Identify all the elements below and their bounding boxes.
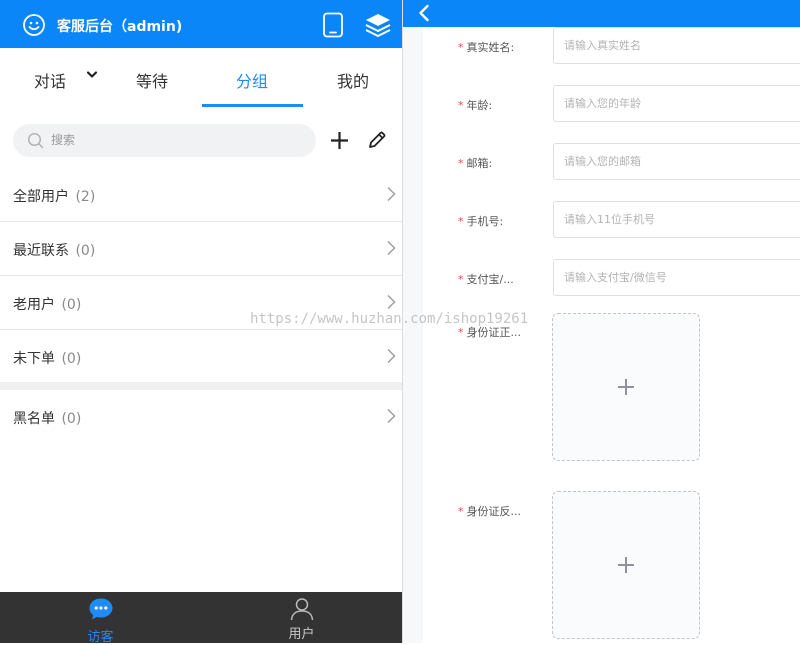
real-name-field xyxy=(553,27,800,64)
chat-bubble-icon xyxy=(89,598,113,620)
group-count: (2) xyxy=(75,189,96,205)
label-age: 年龄: xyxy=(466,99,493,112)
nav-label: 访客 xyxy=(87,630,114,645)
tab-mine[interactable]: 我的 xyxy=(337,68,369,92)
tab-waiting[interactable]: 等待 xyxy=(136,68,168,92)
chevron-right-icon xyxy=(387,295,396,309)
chevron-right-icon xyxy=(387,241,396,255)
nav-users[interactable]: 用户 xyxy=(201,592,402,643)
id-front-upload[interactable] xyxy=(552,313,700,461)
phone-field xyxy=(553,201,800,238)
required-mark: * xyxy=(458,215,464,228)
plus-icon xyxy=(618,379,634,395)
label-email: 邮箱: xyxy=(466,157,493,170)
group-name: 未下单 xyxy=(13,351,55,367)
nav-label: 用户 xyxy=(288,627,315,642)
search-input[interactable] xyxy=(51,130,301,150)
chevron-right-icon xyxy=(387,187,396,201)
layers-icon[interactable] xyxy=(364,12,392,38)
email-field xyxy=(553,143,800,180)
bottom-nav: 访客 用户 xyxy=(0,592,402,645)
group-name: 最近联系 xyxy=(13,243,69,259)
list-item[interactable]: 未下单 (0) xyxy=(0,330,402,384)
chevron-right-icon xyxy=(387,409,396,423)
field-label: * 支付宝/... xyxy=(458,271,514,287)
field-label: * 邮箱: xyxy=(458,155,492,171)
field-label: * 真实姓名: xyxy=(458,39,514,55)
field-label: * 手机号: xyxy=(458,213,503,229)
back-arrow-icon[interactable] xyxy=(417,4,431,22)
active-tab-indicator xyxy=(202,104,303,107)
form-card: *真实姓名: *年龄: *邮箱: *手机号: *支付宝/... *身份证正... xyxy=(423,27,800,643)
chevron-down-icon[interactable] xyxy=(86,70,98,80)
plus-icon xyxy=(618,557,634,573)
user-info-form-panel: *真实姓名: *年龄: *邮箱: *手机号: *支付宝/... *身份证正... xyxy=(403,0,800,643)
id-back-upload[interactable] xyxy=(552,491,700,639)
tab-chat[interactable]: 对话 xyxy=(34,68,66,92)
tab-groups[interactable]: 分组 xyxy=(236,68,268,92)
list-item[interactable]: 全部用户 (2) xyxy=(0,168,402,222)
group-count: (0) xyxy=(75,243,96,259)
form-header-bar xyxy=(403,0,800,27)
group-name: 老用户 xyxy=(13,297,55,313)
group-name: 全部用户 xyxy=(13,189,69,205)
group-name: 黑名单 xyxy=(13,411,55,427)
edit-pencil-icon[interactable] xyxy=(367,130,387,150)
email-input[interactable] xyxy=(554,144,800,179)
list-item[interactable]: 最近联系 (0) xyxy=(0,222,402,276)
search-icon xyxy=(27,132,44,149)
group-count: (0) xyxy=(61,411,82,427)
required-mark: * xyxy=(458,273,464,286)
add-group-icon[interactable] xyxy=(329,130,350,151)
field-label: * 年龄: xyxy=(458,97,492,113)
real-name-input[interactable] xyxy=(554,28,800,63)
label-id-front: 身份证正... xyxy=(466,326,522,339)
customer-service-panel: 客服后台（admin) 对话 等待 分组 我的 搜索 全部用户 (2) 最近联系… xyxy=(0,0,402,645)
label-id-back: 身份证反... xyxy=(466,505,522,518)
user-icon xyxy=(290,598,314,621)
list-item[interactable]: 黑名单 (0) xyxy=(0,390,402,444)
group-count: (0) xyxy=(61,297,82,313)
list-item[interactable]: 老用户 (0) xyxy=(0,276,402,330)
search-bar xyxy=(13,124,316,157)
field-label: * 身份证反... xyxy=(458,503,521,519)
payment-account-input[interactable] xyxy=(554,260,800,295)
app-title: 客服后台（admin) xyxy=(57,19,183,35)
label-payment-account: 支付宝/... xyxy=(466,273,514,286)
label-real-name: 真实姓名: xyxy=(466,41,515,54)
field-label: * 身份证正... xyxy=(458,324,521,340)
nav-visitors[interactable]: 访客 xyxy=(0,592,201,645)
phone-input[interactable] xyxy=(554,202,800,237)
required-mark: * xyxy=(458,505,464,518)
required-mark: * xyxy=(458,41,464,54)
required-mark: * xyxy=(458,326,464,339)
tab-bar: 对话 等待 分组 我的 xyxy=(0,48,402,110)
age-field xyxy=(553,85,800,122)
section-divider xyxy=(0,382,402,390)
tablet-icon[interactable] xyxy=(322,12,344,38)
required-mark: * xyxy=(458,157,464,170)
header-bar: 客服后台（admin) xyxy=(0,0,402,48)
age-input[interactable] xyxy=(554,86,800,121)
smiley-logo-icon xyxy=(23,14,45,36)
group-count: (0) xyxy=(61,351,82,367)
payment-account-field xyxy=(553,259,800,296)
chevron-right-icon xyxy=(387,349,396,363)
label-phone: 手机号: xyxy=(466,215,504,228)
required-mark: * xyxy=(458,99,464,112)
